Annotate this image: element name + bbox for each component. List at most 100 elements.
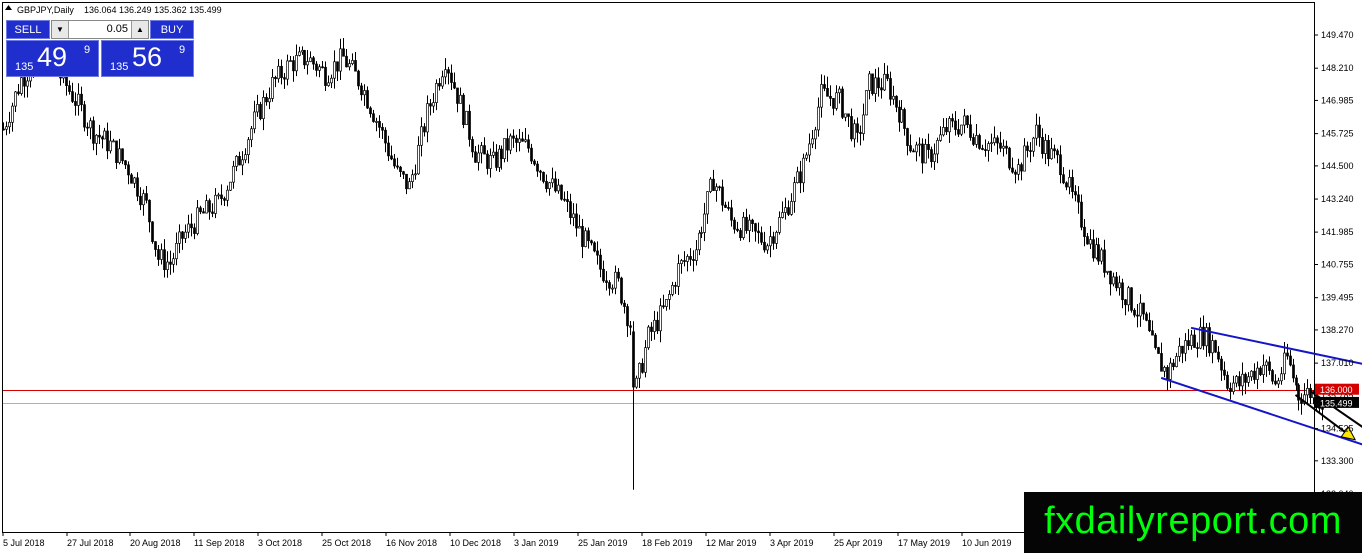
x-tick-label: 3 Oct 2018 xyxy=(258,538,302,548)
candle-body xyxy=(357,70,360,87)
candle-body xyxy=(139,195,142,206)
candle-body xyxy=(527,139,530,149)
candle-body xyxy=(1029,150,1032,152)
candle-body xyxy=(1193,334,1196,348)
candle-body xyxy=(1169,362,1172,380)
buy-button[interactable]: BUY xyxy=(150,20,194,39)
candle-body xyxy=(742,216,745,239)
candle-body xyxy=(718,186,721,189)
candle-body xyxy=(26,80,29,87)
candle-body xyxy=(154,241,157,250)
candle-body xyxy=(253,111,256,130)
candle-body xyxy=(1196,347,1199,349)
y-tick-label: 134.525 xyxy=(1321,424,1354,434)
candle-body xyxy=(900,109,903,123)
candle-body xyxy=(345,55,348,68)
candle-body xyxy=(324,66,327,86)
candle-body xyxy=(611,287,614,290)
x-axis: 5 Jul 2018 27 Jul 2018 20 Aug 2018 11 Sep 2… xyxy=(2,532,1012,548)
candle-body xyxy=(214,194,217,214)
lot-value[interactable]: 0.05 xyxy=(70,21,130,38)
candle-body xyxy=(142,193,145,206)
candle-body xyxy=(375,121,378,123)
sell-button[interactable]: SELL xyxy=(6,20,50,39)
candle-body xyxy=(178,231,181,244)
y-tick-label: 137.010 xyxy=(1321,358,1354,368)
candle-body xyxy=(133,177,136,184)
candle-body xyxy=(327,82,330,86)
candle-body xyxy=(1223,369,1226,376)
candle-body xyxy=(930,149,933,162)
candle-body xyxy=(92,120,95,144)
candle-body xyxy=(148,199,151,223)
candle-body xyxy=(1184,340,1187,354)
ohlc-values: 136.064 136.249 135.362 135.499 xyxy=(84,5,222,15)
candle-body xyxy=(629,325,632,328)
candle-body xyxy=(1309,388,1312,399)
candle-body xyxy=(86,126,89,129)
y-tick-label: 145.725 xyxy=(1321,129,1354,139)
candle-body xyxy=(692,259,695,261)
sell-price[interactable]: 135 49 9 xyxy=(6,40,99,77)
candle-body xyxy=(569,201,572,218)
buy-price[interactable]: 135 56 9 xyxy=(101,40,194,77)
buy-price-point: 9 xyxy=(179,44,186,56)
candle-body xyxy=(1220,358,1223,371)
candle-body xyxy=(850,116,853,140)
candle-body xyxy=(581,226,584,247)
candle-body xyxy=(686,256,689,262)
candle-body xyxy=(1163,367,1166,372)
candle-body xyxy=(865,90,868,116)
candle-body xyxy=(924,144,927,164)
candle-body xyxy=(1005,145,1008,149)
candle-body xyxy=(1089,239,1092,245)
candle-body xyxy=(1175,356,1178,367)
lot-increase-icon[interactable]: ▲ xyxy=(131,21,148,38)
candle-body xyxy=(474,151,477,163)
candle-body xyxy=(450,72,453,83)
candle-body xyxy=(635,377,638,388)
candle-body xyxy=(748,219,751,231)
candle-body xyxy=(895,95,898,108)
candle-body xyxy=(289,60,292,62)
candle-body xyxy=(990,142,993,145)
candle-body xyxy=(205,200,208,214)
candle-body xyxy=(653,319,656,332)
lot-decrease-icon[interactable]: ▼ xyxy=(52,21,69,38)
candle-body xyxy=(486,153,489,169)
candle-body xyxy=(68,85,71,92)
candle-body xyxy=(548,182,551,190)
candle-body xyxy=(268,98,271,103)
candle-body xyxy=(674,285,677,287)
candle-body xyxy=(369,107,372,115)
candle-body xyxy=(193,227,196,234)
candle-body xyxy=(506,138,509,151)
candle-body xyxy=(668,293,671,300)
x-tick-label: 27 Jul 2018 xyxy=(67,538,114,548)
candle-body xyxy=(262,97,265,119)
y-tick-label: 149.470 xyxy=(1321,30,1354,40)
candle-body xyxy=(745,216,748,231)
candle-body xyxy=(1020,164,1023,172)
candle-body xyxy=(1127,287,1130,306)
candle-body xyxy=(1026,145,1029,151)
candle-body xyxy=(575,213,578,229)
candle-body xyxy=(250,128,253,141)
candle-body xyxy=(886,73,889,79)
x-tick-label: 17 May 2019 xyxy=(898,538,950,548)
lot-size-input[interactable]: ▼ 0.05 ▲ xyxy=(51,20,149,39)
candle-body xyxy=(712,178,715,191)
candle-body xyxy=(829,95,832,99)
candle-body xyxy=(89,120,92,129)
candle-body xyxy=(751,219,754,224)
candle-body xyxy=(638,363,641,379)
candle-body xyxy=(160,249,163,260)
candle-body xyxy=(766,245,769,251)
candle-body xyxy=(730,207,733,221)
x-tick-label: 25 Jan 2019 xyxy=(578,538,628,548)
candle-body xyxy=(727,207,730,209)
candle-body xyxy=(772,236,775,244)
candle-body xyxy=(444,69,447,78)
candle-body xyxy=(599,254,602,270)
candle-body xyxy=(1178,345,1181,357)
